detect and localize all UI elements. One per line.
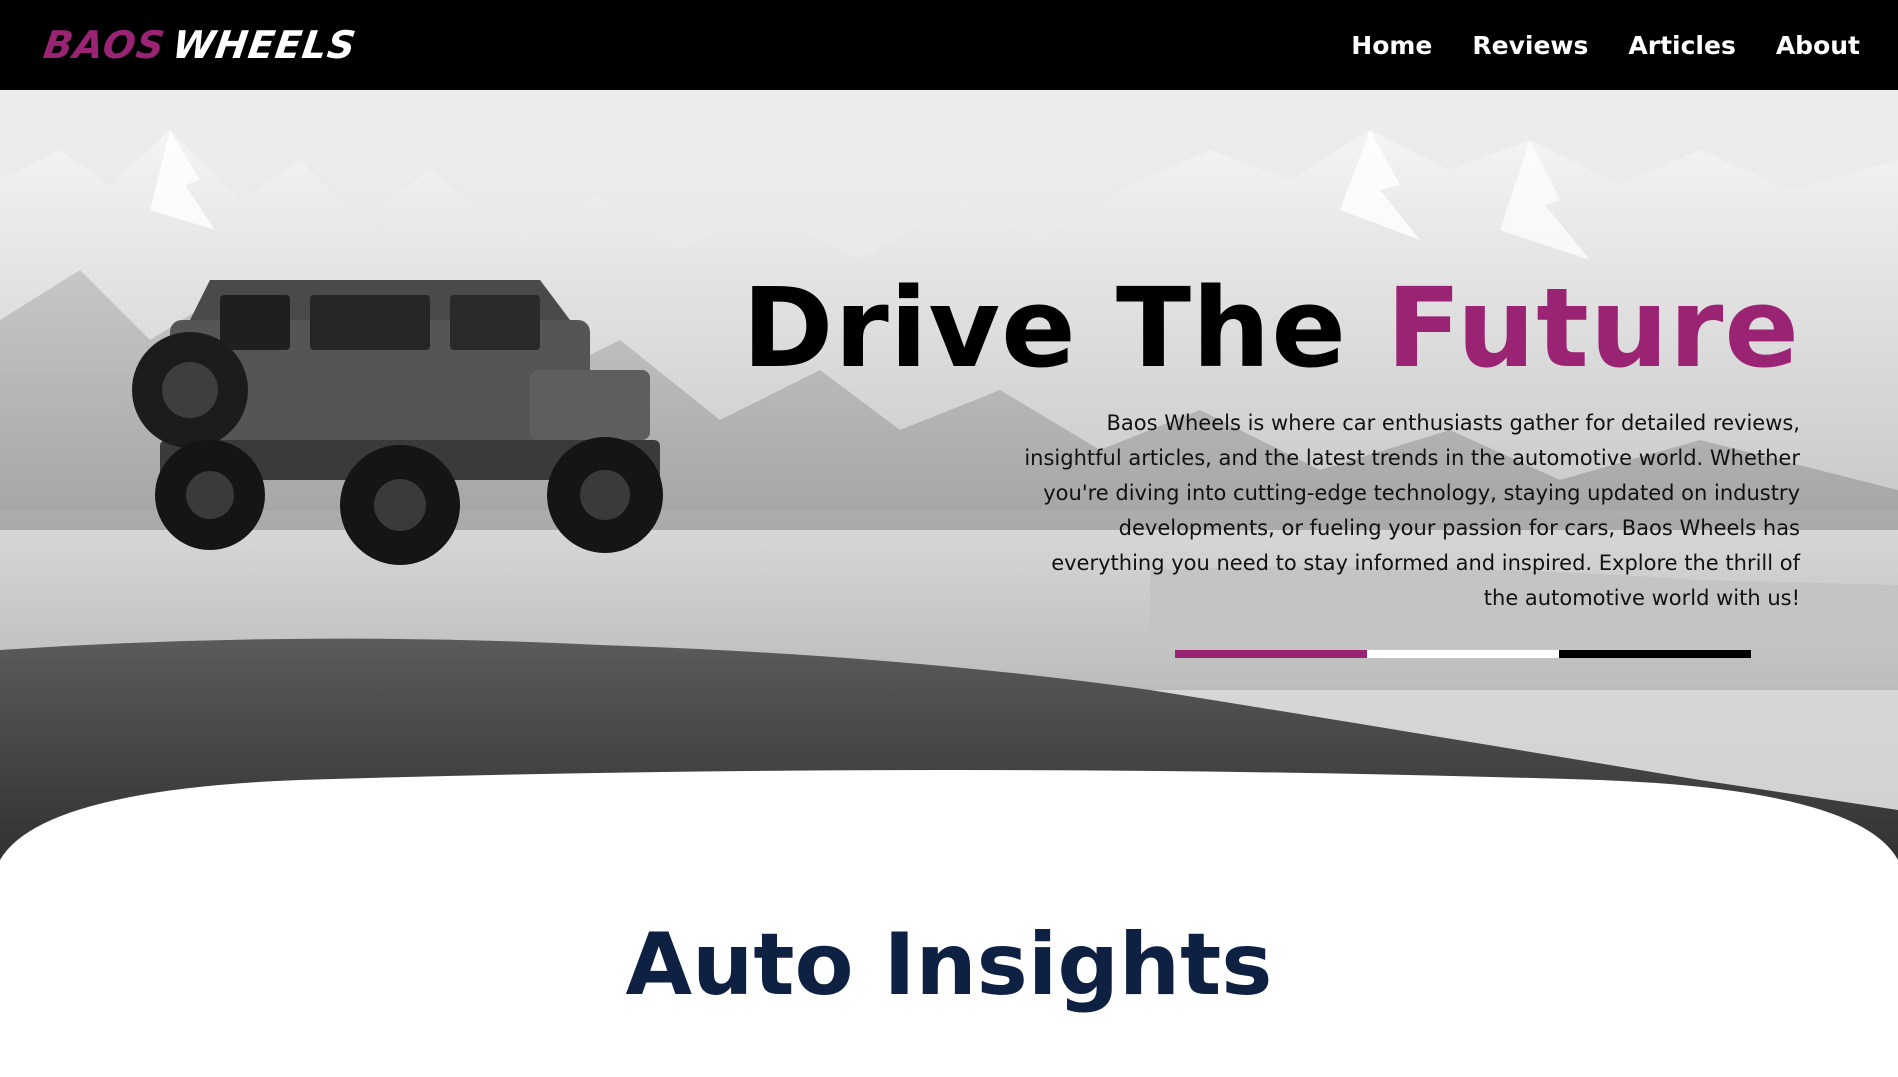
hero-section: Drive The Future Baos Wheels is where ca… <box>0 90 1898 880</box>
hero-tricolor-divider <box>1175 650 1751 658</box>
curved-section-divider <box>0 770 1898 880</box>
hero-description: Baos Wheels is where car enthusiasts gat… <box>1024 411 1800 610</box>
nav-link-reviews[interactable]: Reviews <box>1472 26 1588 66</box>
nav-link-home[interactable]: Home <box>1351 26 1432 66</box>
offroad-vehicle <box>132 280 663 565</box>
divider-segment-white <box>1367 650 1559 658</box>
hero-title-main: Drive The <box>742 264 1347 392</box>
top-navigation-bar: BAOSWHEELS Home Reviews Articles About <box>0 0 1898 90</box>
divider-segment-black <box>1559 650 1751 658</box>
nav-link-articles[interactable]: Articles <box>1628 26 1735 66</box>
hero-title-accent: Future <box>1386 264 1800 392</box>
logo-text-baos: BAOS <box>40 23 168 67</box>
divider-segment-accent <box>1175 650 1367 658</box>
logo-text-wheels: WHEELS <box>169 23 360 67</box>
nav-link-about[interactable]: About <box>1776 26 1860 66</box>
hero-title: Drive The Future <box>742 268 1800 388</box>
section-title-auto-insights: Auto Insights <box>625 915 1273 1015</box>
main-nav: Home Reviews Articles About <box>1351 26 1860 66</box>
site-logo[interactable]: BAOSWHEELS <box>41 22 360 68</box>
